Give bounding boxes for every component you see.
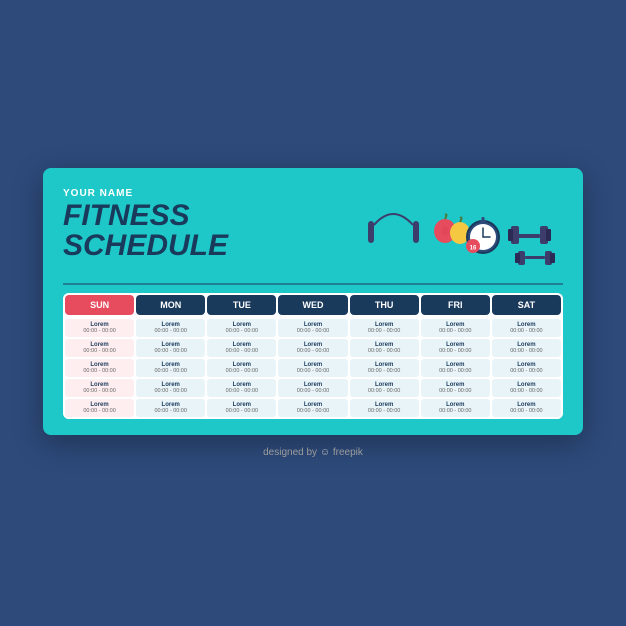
time-slot: Lorem00:00 - 00:00 [492,379,561,397]
time-slot: Lorem00:00 - 00:00 [207,359,276,377]
time-slot: Lorem00:00 - 00:00 [421,359,490,377]
time-slot: Lorem00:00 - 00:00 [421,339,490,357]
day-header-wed: WED [278,295,347,315]
slot-time: 00:00 - 00:00 [280,408,345,414]
card-header: YOUR NAME FITNESS SCHEDULE [63,188,563,273]
day-header-sat: SAT [492,295,561,315]
footer-brand: freepik [333,447,363,458]
footer-text: designed by [263,447,317,458]
day-header-mon: MON [136,295,205,315]
fitness-equipment-icon: 16 [363,193,563,273]
time-slot: Lorem00:00 - 00:00 [65,379,134,397]
slot-time: 00:00 - 00:00 [494,348,559,354]
svg-text:16: 16 [470,246,477,252]
time-slot: Lorem00:00 - 00:00 [278,359,347,377]
time-slot: Lorem00:00 - 00:00 [492,319,561,337]
time-slot: Lorem00:00 - 00:00 [350,359,419,377]
slot-time: 00:00 - 00:00 [280,348,345,354]
time-slot: Lorem00:00 - 00:00 [136,319,205,337]
slot-time: 00:00 - 00:00 [209,328,274,334]
slot-time: 00:00 - 00:00 [352,388,417,394]
day-header-fri: FRI [421,295,490,315]
slot-time: 00:00 - 00:00 [67,368,132,374]
time-slot: Lorem00:00 - 00:00 [136,399,205,417]
footer: designed by ☺ freepik [263,447,363,458]
day-header-sun: SUN [65,295,134,315]
time-slot: Lorem00:00 - 00:00 [492,399,561,417]
slot-time: 00:00 - 00:00 [494,408,559,414]
slot-time: 00:00 - 00:00 [138,408,203,414]
slot-time: 00:00 - 00:00 [494,388,559,394]
time-slot: Lorem00:00 - 00:00 [136,379,205,397]
slot-time: 00:00 - 00:00 [280,388,345,394]
time-slot: Lorem00:00 - 00:00 [136,359,205,377]
time-slot: Lorem00:00 - 00:00 [350,319,419,337]
schedule-grid: Lorem00:00 - 00:00Lorem00:00 - 00:00Lore… [63,317,563,419]
time-slot: Lorem00:00 - 00:00 [278,379,347,397]
slot-time: 00:00 - 00:00 [494,328,559,334]
slot-time: 00:00 - 00:00 [423,348,488,354]
slot-time: 00:00 - 00:00 [209,388,274,394]
time-slot: Lorem00:00 - 00:00 [421,319,490,337]
time-slot: Lorem00:00 - 00:00 [350,379,419,397]
slot-time: 00:00 - 00:00 [494,368,559,374]
slot-time: 00:00 - 00:00 [280,328,345,334]
time-slot: Lorem00:00 - 00:00 [207,399,276,417]
time-slot: Lorem00:00 - 00:00 [65,339,134,357]
slot-time: 00:00 - 00:00 [209,348,274,354]
day-header-thu: THU [350,295,419,315]
slot-time: 00:00 - 00:00 [423,388,488,394]
fitness-title: FITNESS SCHEDULE [63,201,228,261]
slot-time: 00:00 - 00:00 [209,408,274,414]
time-slot: Lorem00:00 - 00:00 [207,379,276,397]
slot-time: 00:00 - 00:00 [352,368,417,374]
time-slot: Lorem00:00 - 00:00 [65,399,134,417]
slot-time: 00:00 - 00:00 [67,388,132,394]
header-divider [63,283,563,285]
slot-time: 00:00 - 00:00 [352,348,417,354]
slot-time: 00:00 - 00:00 [423,368,488,374]
fitness-card: YOUR NAME FITNESS SCHEDULE [43,168,583,435]
slot-time: 00:00 - 00:00 [423,328,488,334]
time-slot: Lorem00:00 - 00:00 [136,339,205,357]
slot-time: 00:00 - 00:00 [138,328,203,334]
slot-time: 00:00 - 00:00 [67,408,132,414]
time-slot: Lorem00:00 - 00:00 [278,399,347,417]
time-slot: Lorem00:00 - 00:00 [207,339,276,357]
day-header-tue: TUE [207,295,276,315]
time-slot: Lorem00:00 - 00:00 [278,319,347,337]
slot-time: 00:00 - 00:00 [67,328,132,334]
slot-time: 00:00 - 00:00 [352,328,417,334]
time-slot: Lorem00:00 - 00:00 [278,339,347,357]
slot-time: 00:00 - 00:00 [209,368,274,374]
time-slot: Lorem00:00 - 00:00 [492,359,561,377]
time-slot: Lorem00:00 - 00:00 [65,359,134,377]
time-slot: Lorem00:00 - 00:00 [350,339,419,357]
your-name-label: YOUR NAME [63,188,228,199]
slot-time: 00:00 - 00:00 [352,408,417,414]
fitness-icons-section: 16 [228,188,563,273]
slot-time: 00:00 - 00:00 [67,348,132,354]
day-headers-row: SUNMONTUEWEDTHUFRISAT [63,293,563,317]
slot-time: 00:00 - 00:00 [423,408,488,414]
time-slot: Lorem00:00 - 00:00 [421,399,490,417]
time-slot: Lorem00:00 - 00:00 [65,319,134,337]
schedule-table: SUNMONTUEWEDTHUFRISAT Lorem00:00 - 00:00… [63,293,563,419]
title-section: YOUR NAME FITNESS SCHEDULE [63,188,228,261]
time-slot: Lorem00:00 - 00:00 [492,339,561,357]
slot-time: 00:00 - 00:00 [138,388,203,394]
time-slot: Lorem00:00 - 00:00 [207,319,276,337]
fitness-line1: FITNESS [63,201,228,231]
slot-time: 00:00 - 00:00 [138,348,203,354]
time-slot: Lorem00:00 - 00:00 [421,379,490,397]
slot-time: 00:00 - 00:00 [280,368,345,374]
time-slot: Lorem00:00 - 00:00 [350,399,419,417]
fitness-line2: SCHEDULE [63,231,228,261]
slot-time: 00:00 - 00:00 [138,368,203,374]
